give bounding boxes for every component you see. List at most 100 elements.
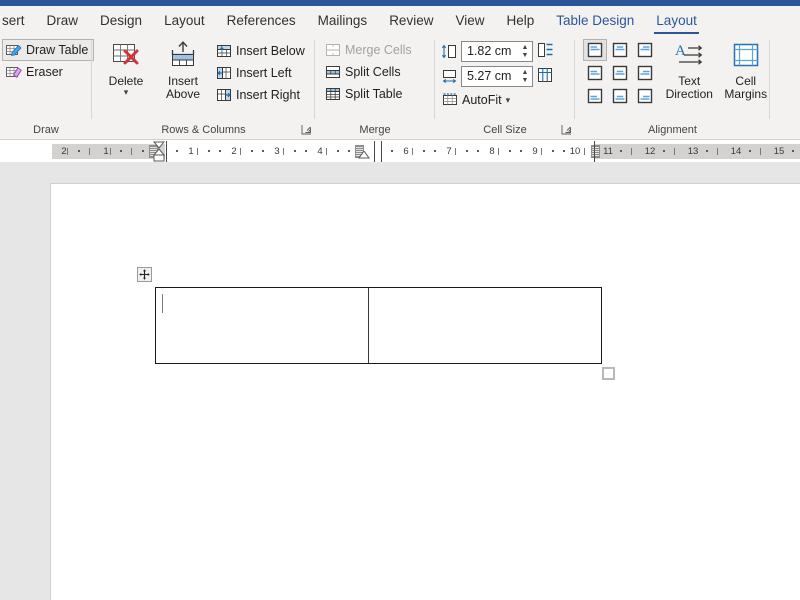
- document-page[interactable]: [50, 183, 800, 600]
- eraser-button[interactable]: Eraser: [2, 61, 69, 83]
- table-move-handle[interactable]: [137, 267, 152, 282]
- insert-right-button[interactable]: Insert Right: [212, 84, 311, 106]
- chevron-down-icon[interactable]: ▾: [124, 88, 129, 96]
- insert-below-button[interactable]: Insert Below: [212, 40, 311, 62]
- align-bottom-right-button[interactable]: [633, 85, 657, 107]
- autofit-button[interactable]: AutoFit ▾: [441, 89, 516, 111]
- text-direction-icon: A: [673, 41, 705, 73]
- ribbon-group-cell-size-label: Cell Size: [435, 122, 575, 139]
- tab-mailings[interactable]: Mailings: [307, 6, 379, 36]
- column-width-stepper[interactable]: ▲▼: [518, 67, 532, 86]
- tab-references-label: References: [227, 13, 296, 28]
- align-center-left-button[interactable]: [583, 62, 607, 84]
- tab-draw[interactable]: Draw: [36, 6, 90, 36]
- align-center-button[interactable]: [608, 62, 632, 84]
- alignment-grid: [583, 39, 657, 107]
- autofit-label: AutoFit: [462, 93, 502, 107]
- tab-review[interactable]: Review: [378, 6, 444, 36]
- tab-insert[interactable]: sert: [0, 6, 36, 36]
- text-direction-button[interactable]: A Text Direction: [665, 39, 714, 101]
- distribute-rows-icon[interactable]: [536, 41, 556, 61]
- document-workspace: [0, 162, 800, 600]
- ribbon-group-alignment: A Text Direction: [575, 36, 770, 139]
- column-width-spinner[interactable]: 5.27 cm ▲▼: [461, 66, 533, 87]
- ruler-tick: 12: [642, 144, 658, 159]
- tab-design-label: Design: [100, 13, 142, 28]
- split-cells-button[interactable]: Split Cells: [321, 61, 407, 83]
- pen-table-icon: [6, 42, 22, 58]
- table-cell-2[interactable]: [369, 288, 601, 363]
- cell-margins-button[interactable]: Cell Margins: [722, 39, 771, 101]
- tab-table-design[interactable]: Table Design: [545, 6, 645, 36]
- text-direction-line2: Direction: [666, 88, 713, 101]
- align-bottom-center-button[interactable]: [608, 85, 632, 107]
- chevron-down-icon[interactable]: ▾: [506, 96, 511, 104]
- column-width-row: 5.27 cm ▲▼: [441, 64, 556, 88]
- table-cell-1[interactable]: [156, 288, 368, 363]
- align-bottom-left-button[interactable]: [583, 85, 607, 107]
- word-window: sert Draw Design Layout References Maili…: [0, 0, 800, 600]
- rows-columns-label-text: Rows & Columns: [161, 124, 245, 136]
- insert-left-icon: [216, 65, 232, 81]
- insert-left-button[interactable]: Insert Left: [212, 62, 311, 84]
- eraser-icon: [6, 64, 22, 80]
- tab-help[interactable]: Help: [495, 6, 545, 36]
- delete-button[interactable]: Delete ▾: [98, 39, 154, 96]
- ribbon-group-cell-size: 1.82 cm ▲▼: [435, 36, 575, 139]
- align-top-left-button[interactable]: [583, 39, 607, 61]
- delete-table-icon: [110, 41, 142, 73]
- merge-cells-label: Merge Cells: [345, 43, 412, 57]
- merge-cells-button[interactable]: Merge Cells: [321, 39, 418, 61]
- split-table-button[interactable]: Split Table: [321, 83, 408, 105]
- draw-table-label: Draw Table: [26, 43, 88, 57]
- tab-table-layout[interactable]: Layout: [645, 6, 708, 36]
- align-top-center-button[interactable]: [608, 39, 632, 61]
- left-indent-marker[interactable]: [152, 141, 166, 162]
- autofit-icon: [442, 92, 458, 108]
- ruler-tick: 15: [771, 144, 787, 159]
- ribbon-group-alignment-label: Alignment: [575, 122, 770, 139]
- column-width-value: 5.27 cm: [462, 69, 518, 83]
- table[interactable]: [155, 287, 602, 364]
- ribbon-group-draw-label: Draw: [0, 122, 92, 139]
- align-top-right-button[interactable]: [633, 39, 657, 61]
- insert-below-icon: [216, 43, 232, 59]
- split-table-label: Split Table: [345, 87, 402, 101]
- column-marker-c[interactable]: [591, 145, 600, 158]
- tab-references[interactable]: References: [216, 6, 307, 36]
- row-height-stepper[interactable]: ▲▼: [518, 42, 532, 61]
- distribute-columns-icon[interactable]: [536, 66, 556, 86]
- tab-view[interactable]: View: [444, 6, 495, 36]
- ribbon-group-rows-columns: Delete ▾ Insert: [92, 36, 315, 139]
- dialog-launcher-icon[interactable]: [561, 124, 572, 135]
- split-table-icon: [325, 86, 341, 102]
- insert-left-label: Insert Left: [236, 66, 292, 80]
- tab-view-label: View: [455, 13, 484, 28]
- ribbon: Draw Table Eraser Draw: [0, 36, 800, 140]
- draw-table-button[interactable]: Draw Table: [2, 39, 94, 61]
- right-indent-marker[interactable]: [358, 151, 370, 162]
- horizontal-ruler[interactable]: 2 1 1 2 3 4 6 7 8 9 10 11 12 13 14 15: [0, 141, 800, 162]
- group-divider: [769, 40, 770, 119]
- ribbon-group-merge: Merge Cells Split Cells: [315, 36, 435, 139]
- svg-text:A: A: [675, 43, 686, 59]
- align-center-right-button[interactable]: [633, 62, 657, 84]
- insert-above-button[interactable]: Insert Above: [156, 39, 210, 101]
- insert-below-label: Insert Below: [236, 44, 305, 58]
- tab-help-label: Help: [506, 13, 534, 28]
- tab-mailings-label: Mailings: [318, 13, 368, 28]
- insert-right-icon: [216, 87, 232, 103]
- ruler-tick: 14: [728, 144, 744, 159]
- tab-layout[interactable]: Layout: [153, 6, 216, 36]
- row-height-spinner[interactable]: 1.82 cm ▲▼: [461, 41, 533, 62]
- ribbon-group-rows-columns-label: Rows & Columns: [92, 122, 315, 139]
- table-resize-handle[interactable]: [602, 367, 615, 380]
- tab-table-layout-label: Layout: [656, 13, 697, 28]
- tab-layout-label: Layout: [164, 13, 205, 28]
- tab-design[interactable]: Design: [89, 6, 153, 36]
- merge-cells-icon: [325, 42, 341, 58]
- ruler-tick: 2: [56, 144, 72, 159]
- ruler-margin-line-right: [594, 141, 595, 162]
- insert-right-label: Insert Right: [236, 88, 300, 102]
- dialog-launcher-icon[interactable]: [301, 124, 312, 135]
